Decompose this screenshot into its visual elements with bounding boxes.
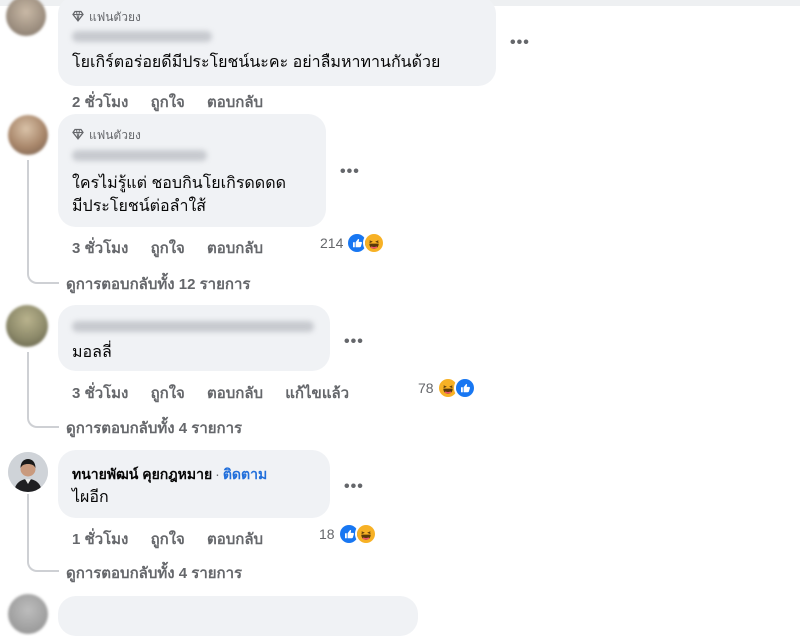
more-dots-icon[interactable]: •••: [344, 479, 364, 495]
reaction-count: 18: [319, 526, 335, 542]
like-link[interactable]: ถูกใจ: [151, 90, 185, 114]
like-link[interactable]: ถูกใจ: [151, 527, 185, 551]
comment-text-line: ใครไม่รู้แต่ ชอบกินโยเกิรดดดด: [72, 175, 286, 192]
edited-label[interactable]: แก้ไขแล้ว: [285, 381, 349, 405]
reply-link[interactable]: ตอบกลับ: [207, 381, 263, 405]
like-link[interactable]: ถูกใจ: [151, 236, 185, 260]
reaction-summary[interactable]: 78: [418, 377, 476, 399]
thread-connector: [27, 546, 59, 572]
thread-line: [27, 160, 29, 260]
thread-connector: [27, 258, 59, 284]
comment-time[interactable]: 3 ชั่วโมง: [72, 236, 128, 260]
commenter-avatar[interactable]: [8, 594, 48, 634]
comment-actions: 3 ชั่วโมง ถูกใจ ตอบกลับ: [72, 236, 263, 260]
top-fan-label: แฟนตัวยง: [89, 128, 141, 142]
like-link[interactable]: ถูกใจ: [151, 381, 185, 405]
view-replies-link[interactable]: ดูการตอบกลับทั้ง 12 รายการ: [66, 272, 250, 296]
commenter-name[interactable]: ทนายพัฒน์ คุยกฎหมาย: [72, 466, 212, 482]
comment-time[interactable]: 3 ชั่วโมง: [72, 381, 128, 405]
diamond-icon: [72, 128, 84, 143]
thread-line: [27, 352, 29, 404]
reaction-summary[interactable]: 18: [319, 523, 377, 545]
reply-link[interactable]: ตอบกลับ: [207, 527, 263, 551]
comment-text-line: มีประโยชน์ต่อลำใส้: [72, 198, 207, 215]
commenter-avatar[interactable]: [8, 452, 48, 492]
like-icon: [453, 377, 476, 399]
comment-author-line: ทนายพัฒน์ คุยกฎหมาย · ติดตาม: [72, 464, 267, 486]
comment-time[interactable]: 1 ชั่วโมง: [72, 527, 128, 551]
follow-link[interactable]: ติดตาม: [223, 466, 267, 482]
comment-bubble: [58, 596, 418, 636]
commenter-name[interactable]: [72, 31, 212, 42]
person-avatar-icon: [8, 452, 48, 492]
haha-icon: [354, 523, 377, 545]
more-dots-icon[interactable]: •••: [344, 334, 364, 350]
more-dots-icon[interactable]: •••: [510, 35, 530, 51]
comment-bubble: แฟนตัวยง ใครไม่รู้แต่ ชอบกินโยเกิรดดดด ม…: [58, 114, 326, 227]
comment-text: โยเกิร์ตอร่อยดีมีประโยชน์นะคะ อย่าลืมหาท…: [72, 54, 441, 71]
comment-time[interactable]: 2 ชั่วโมง: [72, 90, 128, 114]
comment-bubble: ทนายพัฒน์ คุยกฎหมาย · ติดตาม ไผอีก: [58, 450, 330, 518]
commenter-avatar[interactable]: [8, 115, 48, 155]
top-fan-badge: แฟนตัวยง: [72, 8, 141, 27]
more-dots-icon[interactable]: •••: [340, 164, 360, 180]
reaction-count: 78: [418, 380, 434, 396]
commenter-avatar[interactable]: [6, 305, 48, 347]
comment-bubble: แฟนตัวยง โยเกิร์ตอร่อยดีมีประโยชน์นะคะ อ…: [58, 0, 496, 86]
comment-actions: 2 ชั่วโมง ถูกใจ ตอบกลับ: [72, 90, 263, 114]
reaction-count: 214: [320, 235, 344, 251]
thread-line: [27, 494, 29, 548]
reply-link[interactable]: ตอบกลับ: [207, 236, 263, 260]
commenter-name[interactable]: [72, 321, 314, 332]
reaction-summary[interactable]: 214: [320, 232, 386, 254]
diamond-icon: [72, 10, 84, 25]
top-fan-badge: แฟนตัวยง: [72, 126, 141, 145]
haha-icon: [363, 232, 386, 254]
comment-bubble: มอลลี่: [58, 305, 330, 371]
top-fan-label: แฟนตัวยง: [89, 10, 141, 24]
view-replies-link[interactable]: ดูการตอบกลับทั้ง 4 รายการ: [66, 561, 242, 585]
reply-link[interactable]: ตอบกลับ: [207, 90, 263, 114]
commenter-avatar[interactable]: [6, 0, 46, 36]
separator-dot: ·: [215, 466, 220, 482]
commenter-name[interactable]: [72, 150, 207, 161]
comment-text: มอลลี่: [72, 344, 112, 361]
thread-connector: [27, 402, 59, 428]
comment-actions: 1 ชั่วโมง ถูกใจ ตอบกลับ: [72, 527, 263, 551]
comment-text: ไผอีก: [72, 489, 109, 506]
view-replies-link[interactable]: ดูการตอบกลับทั้ง 4 รายการ: [66, 416, 242, 440]
comment-actions: 3 ชั่วโมง ถูกใจ ตอบกลับ แก้ไขแล้ว: [72, 381, 349, 405]
